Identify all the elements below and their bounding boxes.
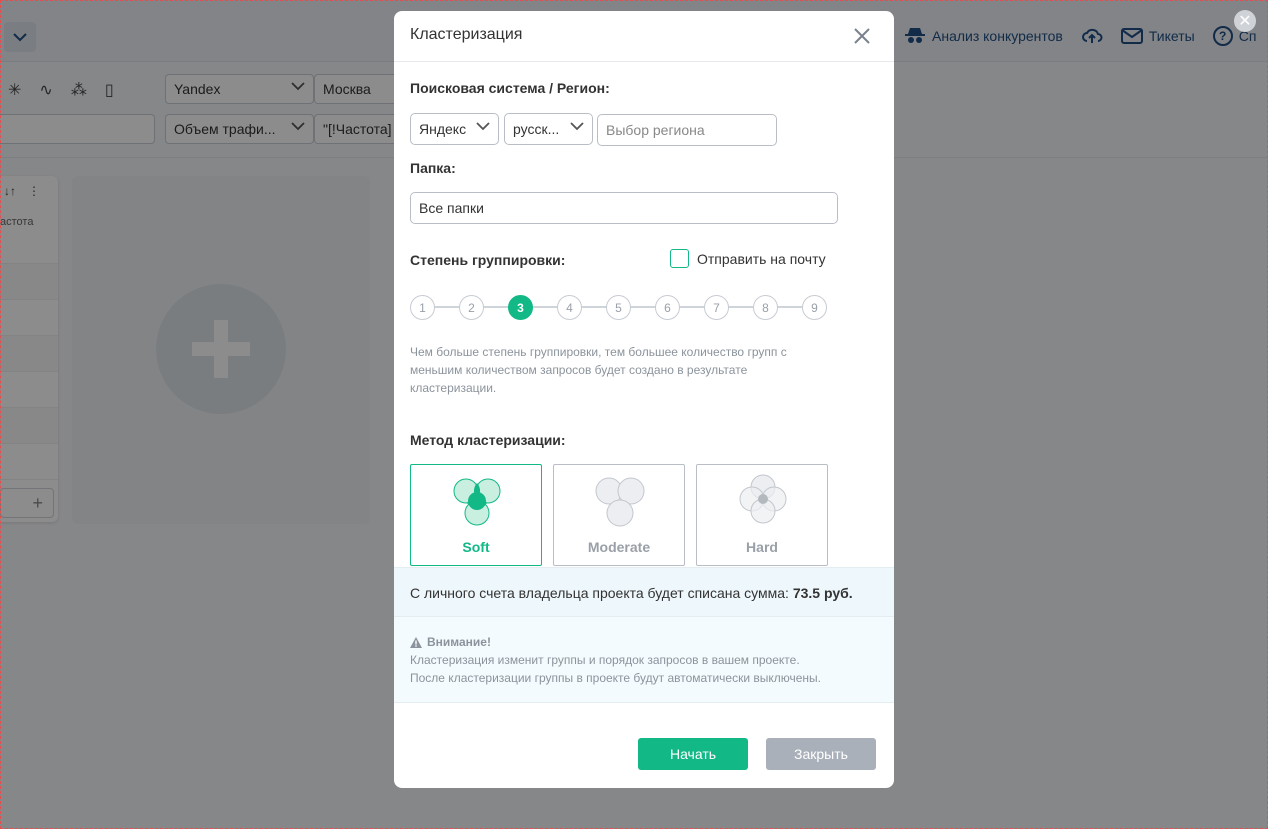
start-button[interactable]: Начать: [638, 738, 748, 770]
send-email-option[interactable]: Отправить на почту: [670, 249, 826, 268]
step-1[interactable]: 1: [410, 295, 435, 320]
warning-title-label: Внимание!: [427, 635, 491, 649]
modal-title: Кластеризация: [410, 26, 523, 43]
step-6[interactable]: 6: [655, 295, 680, 320]
hard-clusters-icon: [739, 474, 787, 524]
method-options: Soft Moderate Hard: [410, 464, 828, 566]
method-hard-label: Hard: [746, 539, 778, 555]
folder-label: Папка:: [410, 160, 456, 176]
modal-close-button[interactable]: [850, 24, 874, 48]
warning-line-2: После кластеризации группы в проекте буд…: [410, 671, 821, 685]
warning-title: Внимание!: [410, 635, 878, 649]
engine-select[interactable]: Яндекс: [410, 113, 499, 145]
close-icon[interactable]: ✕: [1234, 10, 1256, 32]
chevron-down-icon: [476, 122, 490, 131]
step-3[interactable]: 3: [508, 295, 533, 320]
region-input[interactable]: [597, 114, 777, 146]
method-label: Метод кластеризации:: [410, 432, 566, 448]
method-moderate-label: Moderate: [587, 539, 651, 555]
language-select[interactable]: русск...: [504, 113, 593, 145]
close-icon: [854, 28, 870, 44]
step-2[interactable]: 2: [459, 295, 484, 320]
grouping-stepper: 1 2 3 4 5 6 7 8 9: [410, 295, 830, 320]
send-email-checkbox[interactable]: [670, 249, 689, 268]
cost-notice: С личного счета владельца проекта будет …: [394, 567, 894, 617]
cost-value: 73.5 руб.: [792, 585, 853, 601]
folder-select[interactable]: Все папки: [410, 192, 838, 224]
soft-clusters-icon: [453, 478, 501, 526]
step-5[interactable]: 5: [606, 295, 631, 320]
method-moderate[interactable]: Moderate: [553, 464, 685, 566]
search-region-label: Поисковая система / Регион:: [410, 80, 610, 96]
moderate-clusters-icon: [595, 477, 645, 527]
send-email-label: Отправить на почту: [697, 250, 826, 267]
chevron-down-icon: [570, 122, 584, 131]
step-7[interactable]: 7: [704, 295, 729, 320]
folder-value: Все папки: [419, 200, 484, 216]
step-4[interactable]: 4: [557, 295, 582, 320]
clustering-modal: Кластеризация Поисковая система / Регион…: [394, 11, 894, 788]
warning-block: Внимание! Кластеризация изменит группы и…: [394, 617, 894, 703]
cost-text: С личного счета владельца проекта будет …: [410, 585, 789, 601]
grouping-hint: Чем больше степень группировки, тем боль…: [410, 345, 787, 395]
engine-value: Яндекс: [419, 121, 467, 137]
method-soft[interactable]: Soft: [410, 464, 542, 566]
warning-icon: [410, 636, 422, 648]
modal-header: Кластеризация: [394, 11, 894, 62]
method-soft-label: Soft: [462, 539, 490, 555]
step-9[interactable]: 9: [802, 295, 827, 320]
warning-line-1: Кластеризация изменит группы и порядок з…: [410, 653, 800, 667]
language-value: русск...: [513, 121, 560, 137]
grouping-label: Степень группировки:: [410, 252, 566, 268]
close-button[interactable]: Закрыть: [766, 738, 876, 770]
method-hard[interactable]: Hard: [696, 464, 828, 566]
step-8[interactable]: 8: [753, 295, 778, 320]
